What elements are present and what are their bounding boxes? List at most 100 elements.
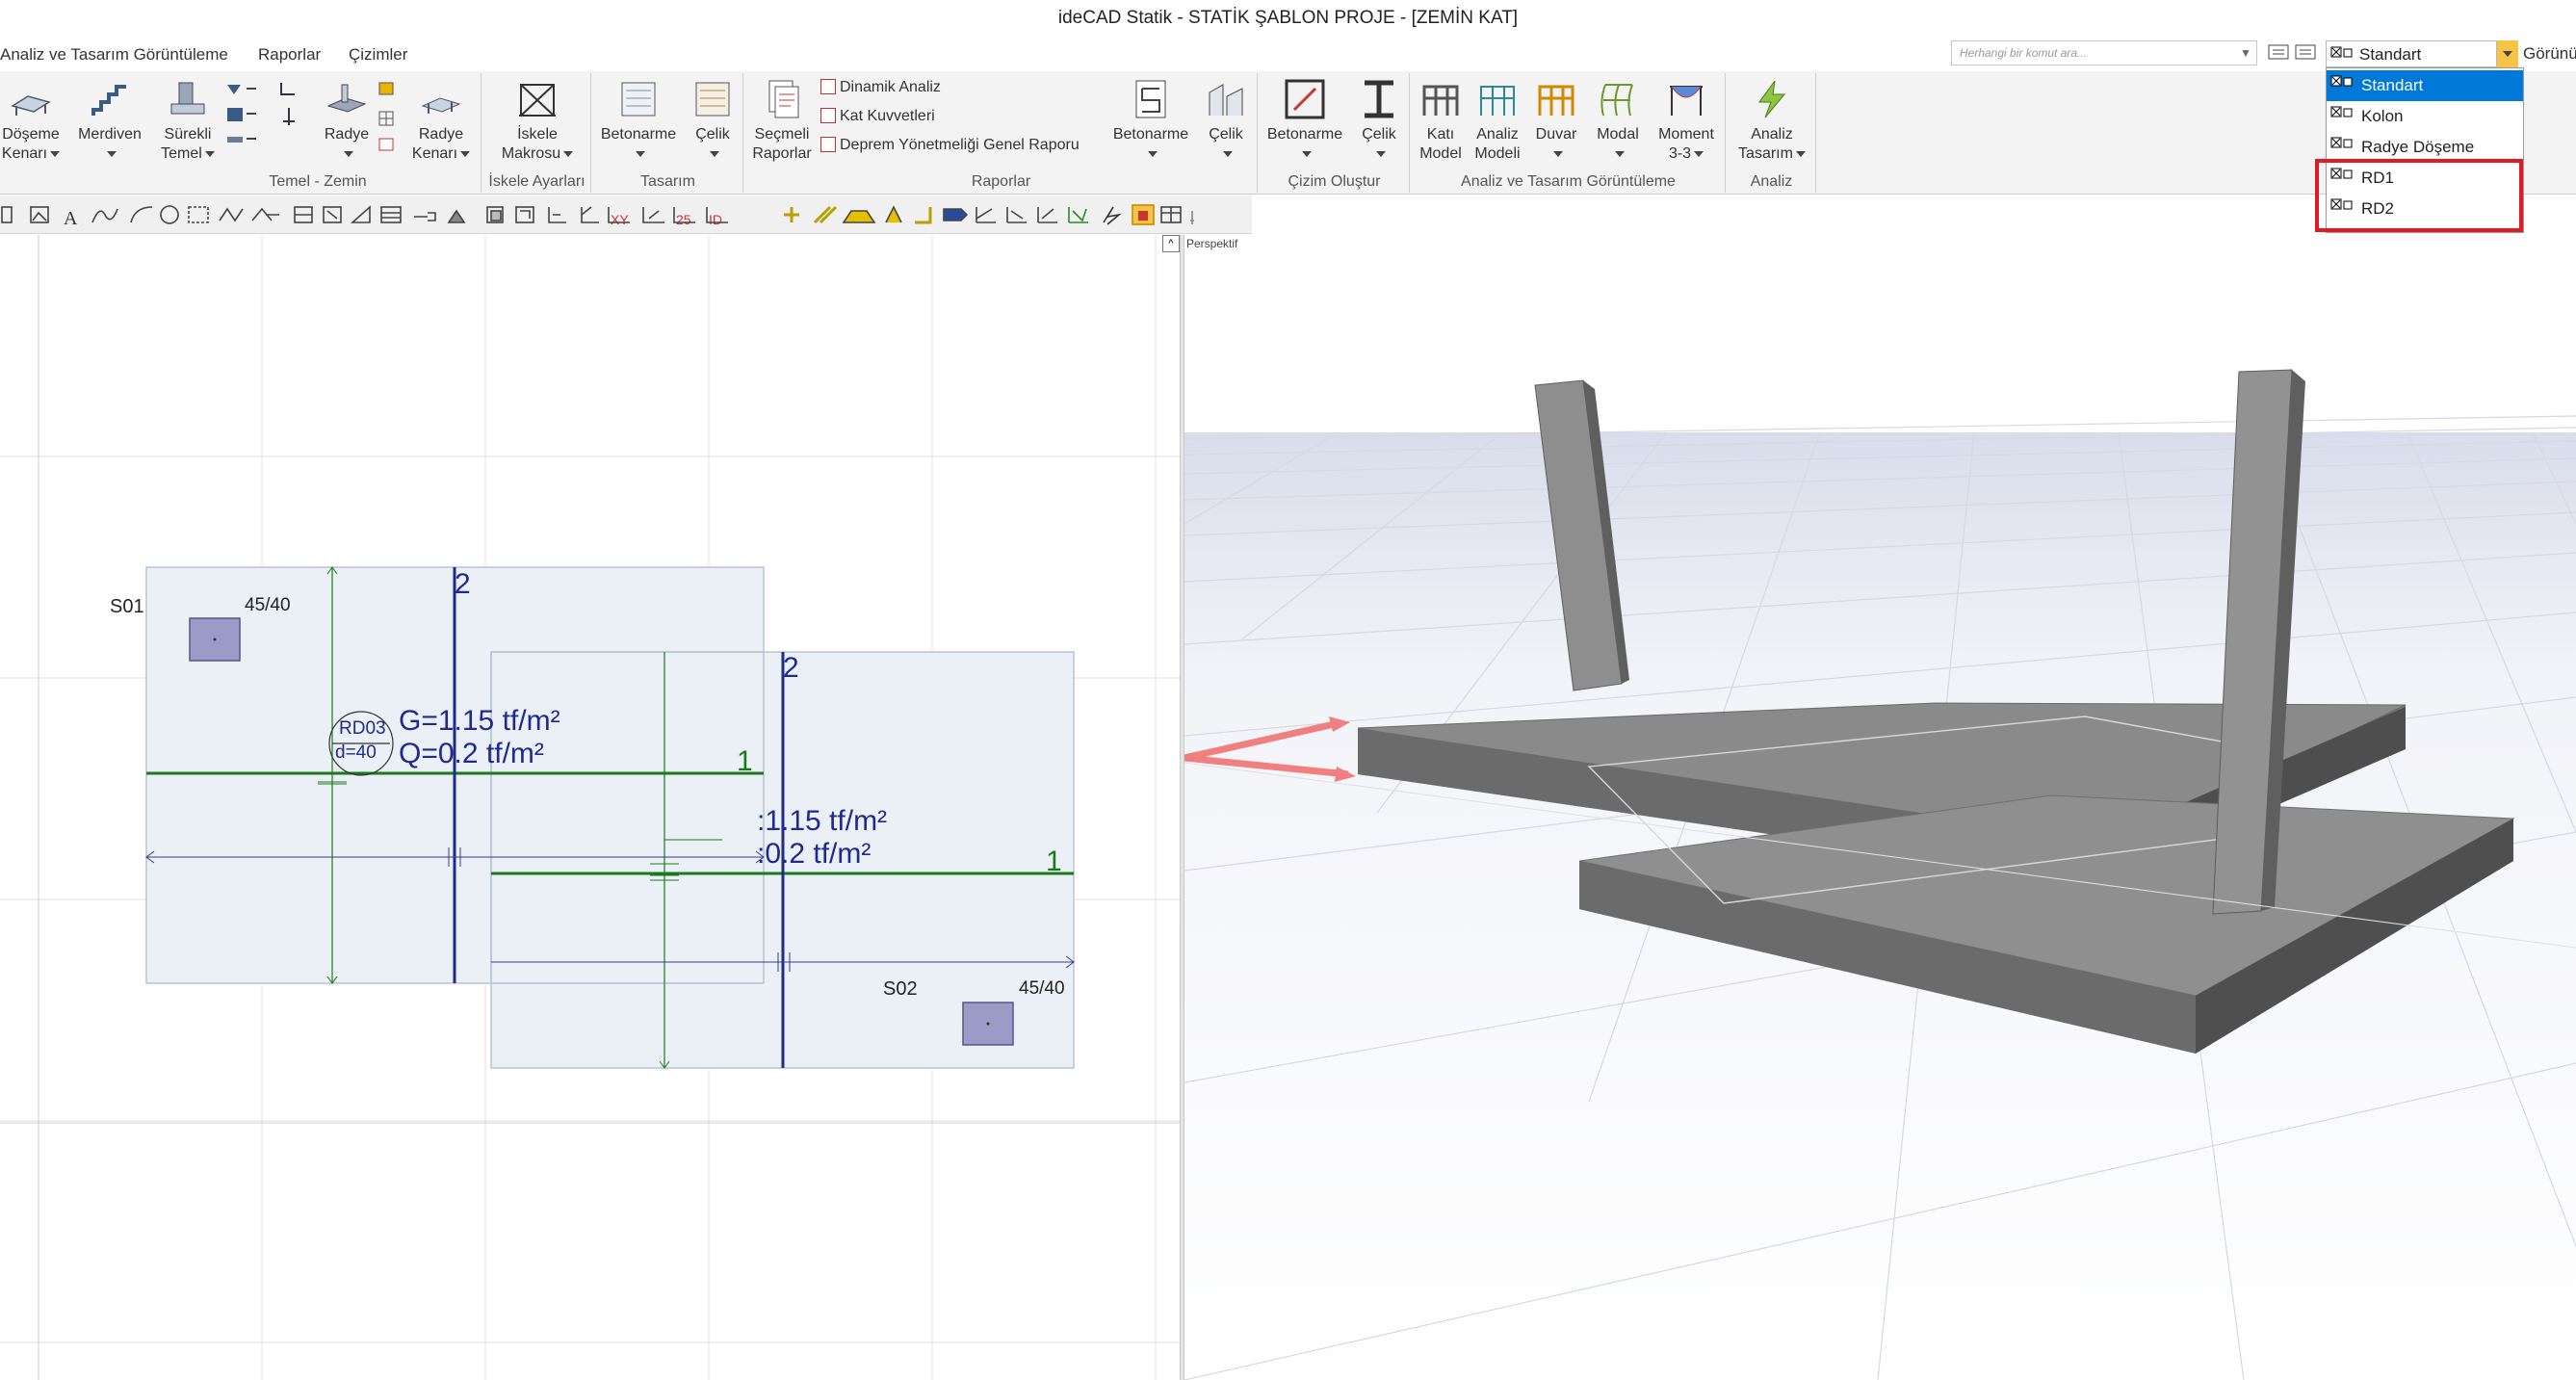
- group-label-analiz: Analiz: [1750, 173, 1793, 190]
- column-size-s01: 45/40: [245, 595, 291, 615]
- perspective-view[interactable]: [1184, 235, 2576, 1380]
- cizim-celik-button[interactable]: Çelik: [1352, 77, 1406, 164]
- duvar-button[interactable]: Duvar: [1527, 77, 1585, 164]
- radye-button[interactable]: Radye: [312, 77, 381, 164]
- analiz-tasarim-button[interactable]: Analiz Tasarım: [1731, 77, 1812, 164]
- command-search-input[interactable]: Herhangi bir komut ara...: [1951, 40, 2257, 65]
- secmeli-label-2: Raporlar: [752, 145, 812, 162]
- kat-kuvvetleri-button[interactable]: Kat Kuvvetleri: [820, 108, 935, 125]
- view-style-icon: [2330, 75, 2353, 87]
- concrete-drawing-icon: [1285, 79, 1325, 119]
- chevron-down-icon: [460, 150, 471, 157]
- surekli-temel-button[interactable]: Sürekli Temel: [156, 77, 220, 164]
- drawing-toolbar: A XY 25 ID: [0, 195, 1252, 234]
- scaffold-icon: [519, 84, 556, 117]
- plan-view[interactable]: S01 45/40 S02 45/40 RD03 d=40 G=1.15 tf/…: [0, 235, 1180, 1380]
- modal-button[interactable]: Modal: [1587, 77, 1649, 164]
- drawing-tools-icons[interactable]: A XY 25 ID: [0, 195, 1252, 234]
- chevron-down-icon: [50, 150, 61, 157]
- radye-kenari-button[interactable]: Radye Kenarı: [404, 77, 478, 164]
- kati-model-button[interactable]: Katı Model: [1414, 77, 1468, 164]
- strip-footing-icon: [170, 82, 205, 115]
- axis-label-1b: 1: [1046, 846, 1062, 877]
- analiz-tasarim-label-2: Tasarım: [1738, 145, 1793, 162]
- slab-thickness: d=40: [335, 742, 377, 763]
- maximize-view-icon[interactable]: ^: [1162, 235, 1180, 252]
- chevron-down-icon: [635, 150, 645, 157]
- view-mode-label: Perspektif: [1186, 237, 1238, 250]
- concrete-report-icon: [1135, 80, 1166, 118]
- chevron-down-icon: [1301, 150, 1312, 157]
- view-style-icon: [2330, 46, 2353, 58]
- group-tasarim: Betonarme Çelik Tasarım: [593, 73, 743, 193]
- window-title: ideCAD Statik - STATİK ŞABLON PROJE - [Z…: [0, 0, 2576, 39]
- view-combo-box[interactable]: Standart: [2326, 40, 2518, 67]
- secmeli-label-1: Seçmeli: [754, 126, 810, 143]
- ribbon: Döşeme Kenarı Merdiven Sürekli Temel Rad…: [0, 71, 2576, 195]
- rapor-betonarme-button[interactable]: Betonarme: [1107, 77, 1194, 164]
- duvar-label: Duvar: [1535, 126, 1577, 143]
- chevron-down-icon: [563, 150, 574, 157]
- slab-id: RD03: [339, 718, 386, 739]
- cizim-celik-label: Çelik: [1362, 126, 1396, 143]
- merdiven-button[interactable]: Merdiven: [71, 77, 148, 164]
- group-label-tasarim: Tasarım: [640, 173, 695, 190]
- moment-icon: [1670, 86, 1703, 116]
- chevron-down-icon: [709, 150, 719, 157]
- view-combo-dropdown-button[interactable]: [2496, 40, 2518, 67]
- tasarim-betonarme-label: Betonarme: [600, 126, 677, 143]
- pdf-icon: [820, 137, 836, 152]
- doseme-kenari-label-1: Döşeme: [2, 126, 60, 143]
- view-option-standart[interactable]: Standart: [2327, 70, 2523, 101]
- secmeli-raporlar-button[interactable]: Seçmeli Raporlar: [747, 77, 817, 164]
- view-option-label: Standart: [2361, 76, 2424, 94]
- analiz-modeli-label-1: Analiz: [1476, 126, 1519, 143]
- analiz-modeli-label-2: Modeli: [1474, 145, 1521, 162]
- analiz-modeli-button[interactable]: Analiz Modeli: [1470, 77, 1525, 164]
- moment-label-2: 3-3: [1668, 145, 1692, 162]
- menu-analiz-gorunum[interactable]: Analiz ve Tasarım Görüntüleme: [0, 45, 228, 65]
- layer-tools-icons[interactable]: [2265, 40, 2321, 65]
- reports-icon: [768, 80, 799, 118]
- chevron-down-icon: [1552, 150, 1563, 157]
- iskele-label-2: Makrosu: [501, 145, 561, 162]
- search-placeholder: Herhangi bir komut ara...: [1960, 46, 2088, 60]
- search-dropdown-button[interactable]: ▼: [2234, 40, 2257, 65]
- cizim-betonarme-label: Betonarme: [1266, 126, 1343, 143]
- tasarim-betonarme-button[interactable]: Betonarme: [595, 77, 682, 164]
- kat-kuvvetleri-label: Kat Kuvvetleri: [840, 108, 935, 124]
- concrete-design-icon: [621, 82, 656, 117]
- dinamik-analiz-button[interactable]: Dinamik Analiz: [820, 79, 941, 96]
- cizim-betonarme-button[interactable]: Betonarme: [1262, 77, 1348, 164]
- group-analiz: Analiz Tasarım Analiz: [1728, 73, 1816, 193]
- chevron-down-icon: [1614, 150, 1625, 157]
- axis-label-2a: 2: [455, 568, 471, 600]
- kati-model-label-2: Model: [1419, 145, 1462, 162]
- dinamik-analiz-label: Dinamik Analiz: [840, 79, 941, 95]
- view-combo-value: Standart: [2359, 45, 2422, 64]
- rapor-celik-label: Çelik: [1209, 126, 1243, 143]
- deprem-raporu-label: Deprem Yönetmeliği Genel Raporu: [840, 137, 1080, 153]
- column-label-s01: S01: [110, 596, 144, 617]
- view-option-label: Radye Döşeme: [2361, 138, 2475, 156]
- tasarim-celik-button[interactable]: Çelik: [686, 77, 740, 164]
- doseme-kenari-button[interactable]: Döşeme Kenarı: [0, 77, 62, 164]
- iskele-makrosu-button[interactable]: İskele Makrosu: [491, 77, 584, 164]
- iskele-label-1: İskele: [517, 126, 558, 143]
- column-label-s02: S02: [883, 978, 918, 1000]
- menu-raporlar[interactable]: Raporlar: [258, 45, 321, 65]
- moment-label-1: Moment: [1658, 126, 1714, 143]
- menu-cizimler[interactable]: Çizimler: [349, 45, 407, 65]
- view-option-kolon[interactable]: Kolon: [2327, 101, 2523, 132]
- report-icon: [820, 108, 836, 123]
- deprem-raporu-button[interactable]: Deprem Yönetmeliği Genel Raporu: [820, 137, 1080, 154]
- svg-text:25: 25: [676, 212, 691, 227]
- surekli-temel-label-2: Temel: [161, 145, 202, 162]
- steel-report-icon: [1209, 84, 1243, 116]
- steel-design-icon: [695, 82, 730, 117]
- group-iskele: İskele Makrosu İskele Ayarları: [483, 73, 591, 193]
- chevron-down-icon: [1795, 150, 1806, 157]
- rapor-celik-button[interactable]: Çelik: [1198, 77, 1254, 164]
- moment-button[interactable]: Moment 3-3: [1652, 77, 1720, 164]
- surekli-temel-label-1: Sürekli: [164, 126, 212, 143]
